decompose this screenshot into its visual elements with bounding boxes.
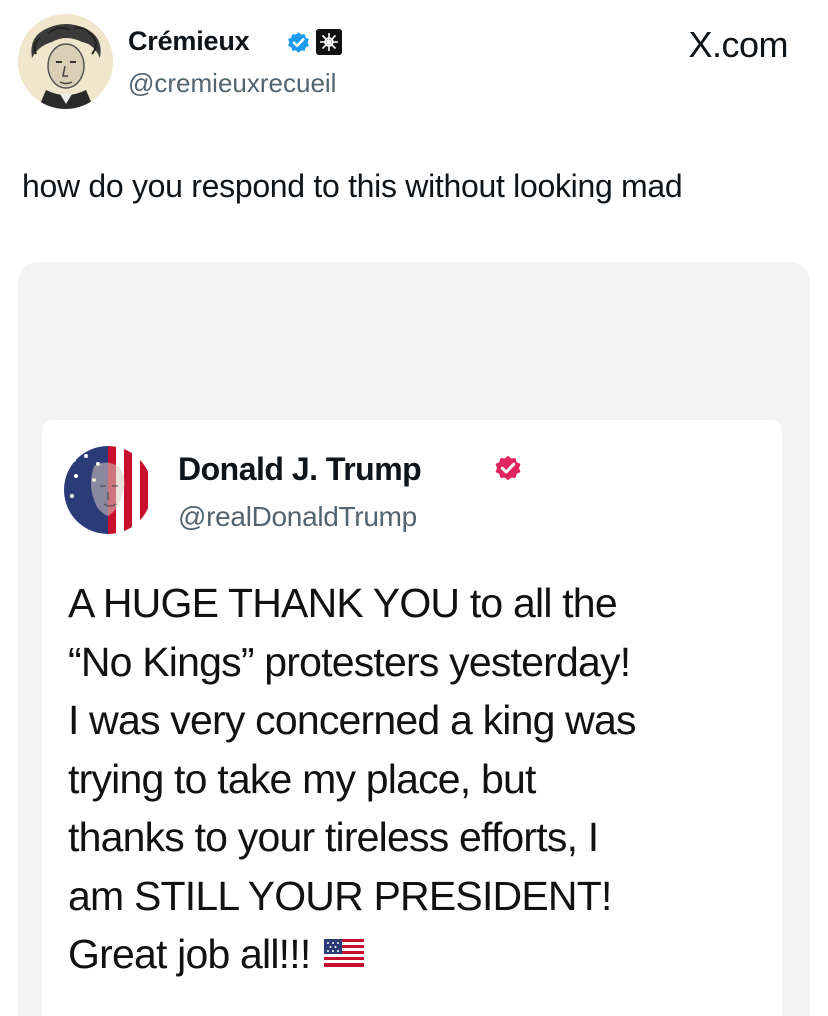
post-line: A HUGE THANK YOU to all the <box>68 580 618 626</box>
avatar[interactable] <box>18 14 113 109</box>
engraved-portrait-icon <box>18 14 113 109</box>
post-line-text: Great job all!!! <box>68 931 311 977</box>
quoted-display-name: Donald J. Trump <box>178 451 422 487</box>
us-flag-emoji-icon <box>324 939 365 968</box>
post-line: I was very concerned a king was <box>68 697 637 743</box>
post-line: trying to take my place, but <box>68 755 536 802</box>
tweet-header: Crémieux @cremieuxrecueil X.com <box>0 0 828 120</box>
flag-portrait-icon <box>64 446 152 534</box>
verified-badge-icon <box>495 455 521 481</box>
affiliation-badge-icon <box>316 29 342 55</box>
author-display-name[interactable]: Crémieux <box>128 26 250 57</box>
quoted-handle: @realDonaldTrump <box>178 501 417 532</box>
author-handle[interactable]: @cremieuxrecueil <box>128 68 336 99</box>
verified-badge-icon <box>288 32 309 53</box>
post-line: “No Kings” protesters yesterday! <box>68 638 631 685</box>
tweet-text: how do you respond to this without looki… <box>22 168 683 204</box>
post-line: thanks to your tireless efforts, I <box>68 814 599 860</box>
post-line: am STILL YOUR PRESIDENT! <box>68 872 612 919</box>
quoted-post-text: A HUGE THANK YOU to all the “No Kings” p… <box>68 574 778 984</box>
post-line-last: Great job all!!! <box>68 925 778 984</box>
quoted-avatar <box>64 446 152 534</box>
x-com-watermark: X.com <box>688 24 788 65</box>
